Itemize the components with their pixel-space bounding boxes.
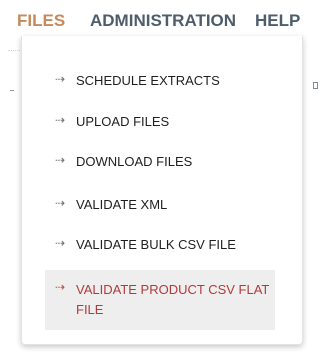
- page: FILES ADMINISTRATION HELP ⇢ SCHEDULE EXT…: [0, 0, 321, 352]
- menu-item-validate-xml[interactable]: ⇢ VALIDATE XML: [45, 196, 275, 214]
- background-marker-icon: [313, 82, 318, 89]
- menu-item-label: UPLOAD FILES: [76, 114, 170, 129]
- dashed-arrow-icon: ⇢: [55, 153, 66, 167]
- dashed-arrow-icon: ⇢: [55, 196, 66, 210]
- dashed-arrow-icon: ⇢: [55, 72, 66, 86]
- nav-administration[interactable]: ADMINISTRATION: [90, 12, 236, 30]
- menu-item-label: SCHEDULE EXTRACTS: [76, 73, 220, 88]
- dashed-arrow-icon: ⇢: [55, 280, 66, 294]
- menu-item-schedule-extracts[interactable]: ⇢ SCHEDULE EXTRACTS: [45, 72, 275, 90]
- nav-files[interactable]: FILES: [17, 12, 65, 30]
- menu-item-label: VALIDATE PRODUCT CSV FLAT FILE: [76, 282, 270, 317]
- menu-item-download-files[interactable]: ⇢ DOWNLOAD FILES: [45, 153, 275, 171]
- menu-item-label: VALIDATE XML: [76, 197, 168, 212]
- background-dash: [10, 90, 14, 91]
- nav-help[interactable]: HELP: [255, 12, 300, 30]
- dashed-arrow-icon: ⇢: [55, 113, 66, 127]
- files-dropdown-menu: ⇢ SCHEDULE EXTRACTS ⇢ UPLOAD FILES ⇢ DOW…: [21, 36, 303, 345]
- top-navigation: FILES ADMINISTRATION HELP: [0, 0, 321, 36]
- menu-item-validate-product-csv-flat-file[interactable]: ⇢ VALIDATE PRODUCT CSV FLAT FILE: [45, 270, 275, 330]
- menu-item-validate-bulk-csv-file[interactable]: ⇢ VALIDATE BULK CSV FILE: [45, 236, 275, 254]
- menu-item-upload-files[interactable]: ⇢ UPLOAD FILES: [45, 113, 275, 131]
- menu-item-label: VALIDATE BULK CSV FILE: [76, 237, 236, 252]
- menu-item-label: DOWNLOAD FILES: [76, 154, 193, 169]
- dashed-arrow-icon: ⇢: [55, 236, 66, 250]
